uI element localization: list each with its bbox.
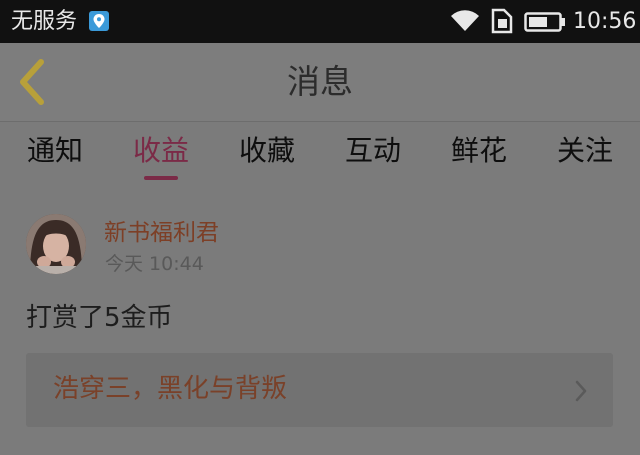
tab-earnings[interactable]: 收益	[108, 133, 214, 169]
tab-flowers[interactable]: 鲜花	[426, 133, 532, 169]
message-timestamp: 今天 10:44	[105, 253, 204, 275]
sim-card-icon	[491, 8, 513, 38]
tab-bar: 通知 收益 收藏 互动 鲜花 关注	[0, 122, 640, 190]
tab-following[interactable]: 关注	[532, 133, 638, 169]
sender-name[interactable]: 新书福利君	[104, 218, 219, 248]
message-text: 打赏了5金币	[26, 303, 173, 333]
status-bar: 无服务 10:56	[0, 0, 640, 43]
avatar[interactable]	[26, 214, 86, 274]
book-title: 浩穿三，黑化与背叛	[53, 374, 288, 404]
clock: 10:56	[573, 9, 637, 34]
carrier-label: 无服务	[11, 9, 78, 34]
tab-notifications[interactable]: 通知	[2, 133, 108, 169]
page-title: 消息	[287, 62, 353, 101]
active-tab-indicator	[144, 176, 178, 180]
wifi-icon	[449, 9, 481, 37]
location-icon	[89, 11, 109, 31]
chevron-right-icon	[575, 380, 587, 402]
tab-favorites[interactable]: 收藏	[214, 133, 320, 169]
battery-icon	[524, 12, 566, 36]
tab-interactions[interactable]: 互动	[320, 133, 426, 169]
header: 消息	[0, 43, 640, 122]
book-link-card[interactable]: 浩穿三，黑化与背叛	[26, 353, 613, 427]
message-item: 新书福利君 今天 10:44 打赏了5金币 浩穿三，黑化与背叛	[0, 190, 640, 455]
